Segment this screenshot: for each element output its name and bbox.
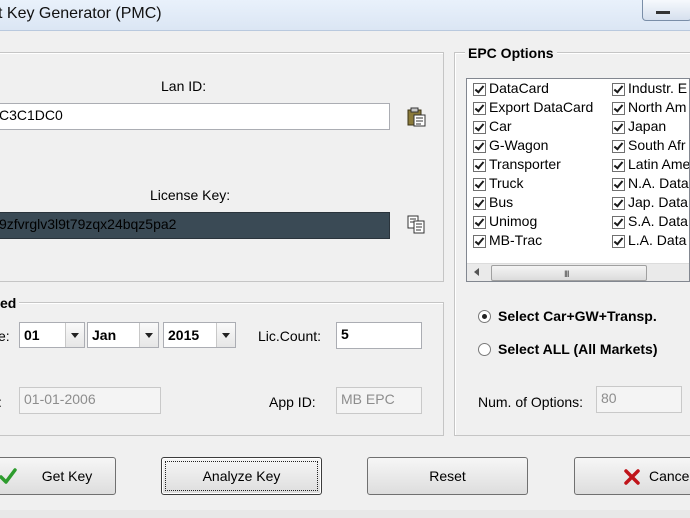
radio-button[interactable] — [478, 343, 491, 356]
chevron-down-icon[interactable] — [216, 323, 235, 347]
num-options-field: 80 — [596, 386, 682, 413]
epc-options-list[interactable]: DataCard Export DataCard Car G-Wagon Tra… — [466, 78, 690, 282]
license-key-label: License Key: — [150, 187, 231, 203]
checkbox[interactable] — [473, 216, 486, 229]
scrollbar-grip: III — [564, 269, 569, 279]
checkbox[interactable] — [612, 140, 625, 153]
app-id-label: App ID: — [269, 394, 316, 410]
copy-icon[interactable] — [405, 213, 427, 235]
expiry-date-label: e: — [0, 328, 10, 344]
checkbox[interactable] — [473, 102, 486, 115]
minimize-icon — [656, 11, 670, 14]
window-title: t Key Generator (PMC) — [0, 5, 162, 22]
horizontal-scrollbar[interactable]: III — [467, 263, 689, 281]
day-select[interactable]: 01 — [19, 322, 85, 348]
checkbox[interactable] — [612, 159, 625, 172]
app-id-field: MB EPC — [336, 387, 422, 414]
analyze-key-label: Analyze Key — [202, 468, 281, 484]
scroll-left-icon[interactable] — [474, 268, 479, 276]
num-options-label: Num. of Options: — [478, 394, 584, 410]
close-icon — [624, 469, 640, 485]
reset-label: Reset — [429, 468, 466, 484]
checkbox[interactable] — [473, 83, 486, 96]
cancel-label: Cancel — [649, 468, 690, 484]
chevron-down-icon[interactable] — [139, 323, 158, 347]
get-key-label: Get Key — [41, 468, 93, 484]
checkbox[interactable] — [473, 235, 486, 248]
checkbox[interactable] — [473, 178, 486, 191]
minimize-button[interactable] — [642, 0, 690, 21]
checkbox[interactable] — [612, 83, 625, 96]
lic-count-label: Lic.Count: — [258, 328, 322, 344]
day-value: 01 — [24, 327, 40, 343]
start-date-label: : — [0, 394, 2, 410]
scrollbar-thumb[interactable]: III — [491, 265, 647, 281]
reset-button[interactable]: Reset — [367, 457, 528, 495]
checkbox[interactable] — [473, 159, 486, 172]
month-select[interactable]: Jan — [87, 322, 159, 348]
lan-id-label: Lan ID: — [161, 78, 207, 94]
checkbox[interactable] — [612, 102, 625, 115]
license-group — [0, 52, 444, 282]
lan-id-field[interactable]: C3C1DC0 — [0, 103, 390, 130]
cancel-button[interactable]: Cancel — [574, 457, 690, 495]
window-bottom-edge — [0, 510, 690, 518]
year-value: 2015 — [168, 327, 200, 343]
checkbox[interactable] — [473, 121, 486, 134]
year-select[interactable]: 2015 — [163, 322, 236, 348]
radio-button[interactable] — [478, 310, 491, 323]
title-bar: t Key Generator (PMC) — [0, 0, 690, 31]
get-key-button[interactable]: Get Key — [0, 457, 116, 495]
license-key-field[interactable]: 9zfvrglv3l9t79zqx24bqz5pa2 — [0, 212, 390, 239]
checkbox[interactable] — [612, 216, 625, 229]
checkbox[interactable] — [612, 121, 625, 134]
checkbox[interactable] — [612, 197, 625, 210]
checkmark-icon — [0, 468, 17, 484]
date-group-legend: ed — [0, 295, 20, 311]
analyze-key-button[interactable]: Analyze Key — [161, 457, 322, 495]
chevron-down-icon[interactable] — [65, 323, 84, 347]
checkbox[interactable] — [612, 235, 625, 248]
lic-count-field[interactable]: 5 — [336, 322, 422, 349]
checkbox[interactable] — [612, 178, 625, 191]
epc-options-legend: EPC Options — [465, 45, 557, 61]
paste-icon[interactable] — [405, 106, 427, 128]
start-date-field: 01-01-2006 — [19, 387, 161, 414]
checkbox[interactable] — [473, 197, 486, 210]
checkbox[interactable] — [473, 140, 486, 153]
month-value: Jan — [92, 327, 117, 343]
